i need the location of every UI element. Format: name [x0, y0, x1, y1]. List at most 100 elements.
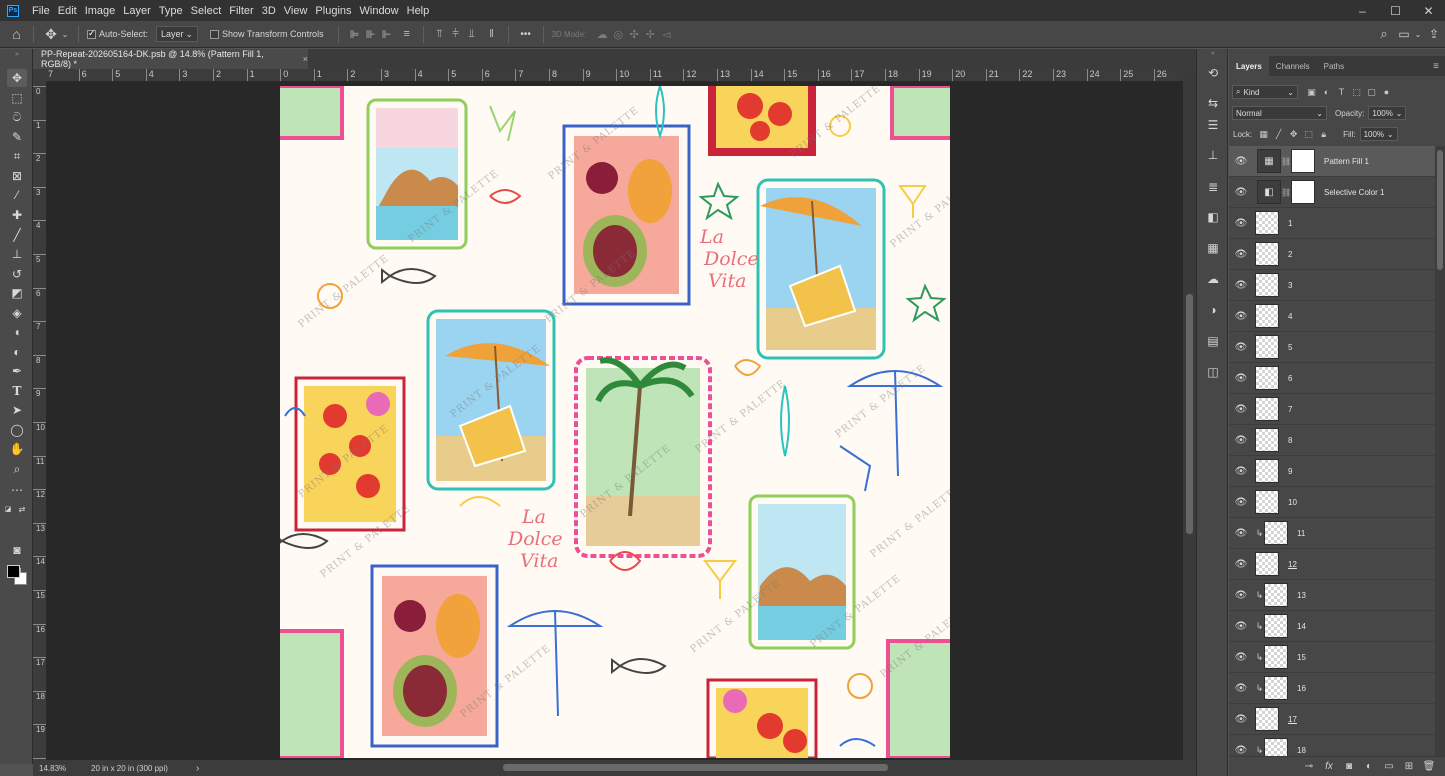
lock-transparent-icon[interactable]: ▦	[1256, 129, 1271, 140]
zoom-tool-icon[interactable]: ⌕	[7, 460, 27, 478]
move-tool-icon[interactable]: ✥	[7, 69, 27, 87]
link-layers-icon[interactable]: ⊸	[1299, 761, 1319, 772]
visibility-eye-icon[interactable]: 👁︎	[1229, 714, 1253, 725]
home-icon[interactable]: ⌂	[0, 26, 33, 42]
visibility-eye-icon[interactable]: 👁︎	[1229, 342, 1253, 353]
adjustments-panel-icon[interactable]: ⇆	[1205, 95, 1221, 111]
layer-thumbnail[interactable]	[1264, 738, 1288, 756]
layer-name[interactable]: 16	[1297, 684, 1306, 693]
eraser-tool-icon[interactable]: ◩	[7, 284, 27, 302]
align-center-icon[interactable]: ⊪	[363, 28, 379, 41]
menu-edit[interactable]: Edit	[54, 5, 81, 17]
visibility-eye-icon[interactable]: 👁︎	[1229, 745, 1253, 756]
layer-row[interactable]: 👁︎ 3	[1229, 270, 1435, 301]
layer-row[interactable]: 👁︎ 17	[1229, 704, 1435, 735]
layer-thumbnail[interactable]	[1255, 707, 1279, 731]
trash-icon[interactable]: 🗑︎	[1419, 761, 1439, 772]
edit-toolbar-icon[interactable]: ⋯	[7, 481, 27, 499]
layer-row[interactable]: 👁︎ 1	[1229, 208, 1435, 239]
visibility-eye-icon[interactable]: 👁︎	[1229, 311, 1253, 322]
visibility-eye-icon[interactable]: 👁︎	[1229, 249, 1253, 260]
move-tool-preset-icon[interactable]: ✥	[42, 26, 60, 43]
drag-3d-icon[interactable]: ✣	[626, 28, 642, 41]
mask-link-icon[interactable]: ⛓︎	[1281, 188, 1291, 197]
clone-stamp-tool-icon[interactable]: ⊥	[7, 245, 27, 263]
align-top-icon[interactable]: ⫪	[432, 28, 448, 41]
document-canvas[interactable]: La Dolce Vita La Dolce Vita PRINT & PALE…	[280, 86, 950, 758]
align-left-icon[interactable]: ⊫	[347, 28, 363, 41]
close-window-button[interactable]: ✕	[1412, 0, 1445, 21]
visibility-eye-icon[interactable]: 👁︎	[1229, 187, 1253, 198]
eyedropper-tool-icon[interactable]: ⁄	[7, 186, 27, 204]
layer-row[interactable]: 👁︎ 6	[1229, 363, 1435, 394]
quick-mask-icon[interactable]: ◙	[7, 541, 27, 559]
default-colors-icon[interactable]: ◪	[3, 500, 13, 518]
history-panel-icon[interactable]: ⟲	[1205, 65, 1221, 81]
layer-name[interactable]: 5	[1288, 343, 1292, 352]
crop-tool-icon[interactable]: ⌗	[7, 147, 27, 165]
layer-row[interactable]: 👁︎ ↳ 15	[1229, 642, 1435, 673]
filter-toggle-icon[interactable]: ●	[1379, 87, 1394, 97]
collapse-panel-icon[interactable]: »	[7, 49, 27, 59]
layer-thumbnail[interactable]	[1255, 459, 1279, 483]
lock-all-icon[interactable]: 🔒︎	[1316, 129, 1331, 140]
layer-name[interactable]: 9	[1288, 467, 1292, 476]
menu-file[interactable]: File	[28, 5, 54, 17]
layer-thumbnail[interactable]	[1255, 366, 1279, 390]
document-info[interactable]: 20 in x 20 in (300 ppi)	[91, 764, 196, 773]
menu-image[interactable]: Image	[81, 5, 120, 17]
dodge-tool-icon[interactable]: ◐	[7, 343, 27, 361]
layer-thumbnail[interactable]	[1255, 242, 1279, 266]
visibility-eye-icon[interactable]: 👁︎	[1229, 621, 1253, 632]
layer-list-scrollbar-thumb[interactable]	[1437, 150, 1443, 270]
minimize-button[interactable]: –	[1346, 0, 1379, 21]
roll-3d-icon[interactable]: ◎	[610, 28, 626, 41]
blur-tool-icon[interactable]: ◖	[7, 323, 27, 341]
visibility-eye-icon[interactable]: 👁︎	[1229, 373, 1253, 384]
layer-row[interactable]: 👁︎ 10	[1229, 487, 1435, 518]
adjustment-thumbnail-icon[interactable]: ◧	[1257, 180, 1281, 204]
layer-thumbnail[interactable]	[1255, 397, 1279, 421]
scale-3d-icon[interactable]: ◅	[658, 28, 674, 41]
orbit-3d-icon[interactable]: ☁	[594, 28, 610, 41]
layer-name[interactable]: 14	[1297, 622, 1306, 631]
filter-type-icon[interactable]: T	[1334, 87, 1349, 97]
visibility-eye-icon[interactable]: 👁︎	[1229, 156, 1253, 167]
layer-row[interactable]: 👁︎ 8	[1229, 425, 1435, 456]
visibility-eye-icon[interactable]: 👁︎	[1229, 497, 1253, 508]
foreground-color-swatch[interactable]	[7, 565, 20, 578]
layer-thumbnail[interactable]	[1255, 552, 1279, 576]
layer-name[interactable]: 13	[1297, 591, 1306, 600]
glyphs-panel-icon[interactable]: ▤	[1205, 333, 1221, 349]
menu-window[interactable]: Window	[356, 5, 403, 17]
layer-name[interactable]: 11	[1297, 529, 1305, 538]
visibility-eye-icon[interactable]: 👁︎	[1229, 652, 1253, 663]
filter-pixel-icon[interactable]: ▣	[1304, 87, 1319, 98]
layer-row[interactable]: 👁︎ ↳ 18	[1229, 735, 1435, 756]
filter-adjustment-icon[interactable]: ◐	[1319, 87, 1334, 97]
lasso-tool-icon[interactable]: ට	[7, 108, 27, 126]
vertical-scrollbar-thumb[interactable]	[1186, 294, 1193, 534]
layer-name[interactable]: Pattern Fill 1	[1324, 157, 1369, 166]
libraries-panel-icon[interactable]: ☁	[1205, 271, 1221, 287]
layer-name[interactable]: 8	[1288, 436, 1292, 445]
chevron-down-icon[interactable]: ⌄	[60, 30, 70, 39]
brush-tool-icon[interactable]: ╱	[7, 226, 27, 244]
layer-thumbnail[interactable]	[1264, 521, 1288, 545]
visibility-eye-icon[interactable]: 👁︎	[1229, 280, 1253, 291]
status-menu-arrow[interactable]: ›	[196, 763, 199, 774]
menu-select[interactable]: Select	[187, 5, 226, 17]
shape-tool-icon[interactable]: ◯	[7, 421, 27, 439]
horizontal-ruler[interactable]: 7 6 5 4 3 2 1 0 1 2 3 4 5 6 7 8 9 10 11 12 13 14 15 16 17 18 19 20 2…	[47, 69, 1183, 82]
layer-mask-thumbnail[interactable]	[1291, 149, 1315, 173]
visibility-eye-icon[interactable]: 👁︎	[1229, 590, 1253, 601]
share-icon[interactable]: ⇪	[1423, 27, 1445, 41]
new-adjustment-layer-icon[interactable]: ◐	[1359, 761, 1379, 772]
visibility-eye-icon[interactable]: 👁︎	[1229, 404, 1253, 415]
visibility-eye-icon[interactable]: 👁︎	[1229, 528, 1253, 539]
visibility-eye-icon[interactable]: 👁︎	[1229, 435, 1253, 446]
layer-name[interactable]: 6	[1288, 374, 1292, 383]
layer-row[interactable]: 👁︎ ↳ 14	[1229, 611, 1435, 642]
layer-thumbnail[interactable]	[1264, 645, 1288, 669]
fill-field[interactable]: 100% ⌄	[1359, 127, 1398, 141]
